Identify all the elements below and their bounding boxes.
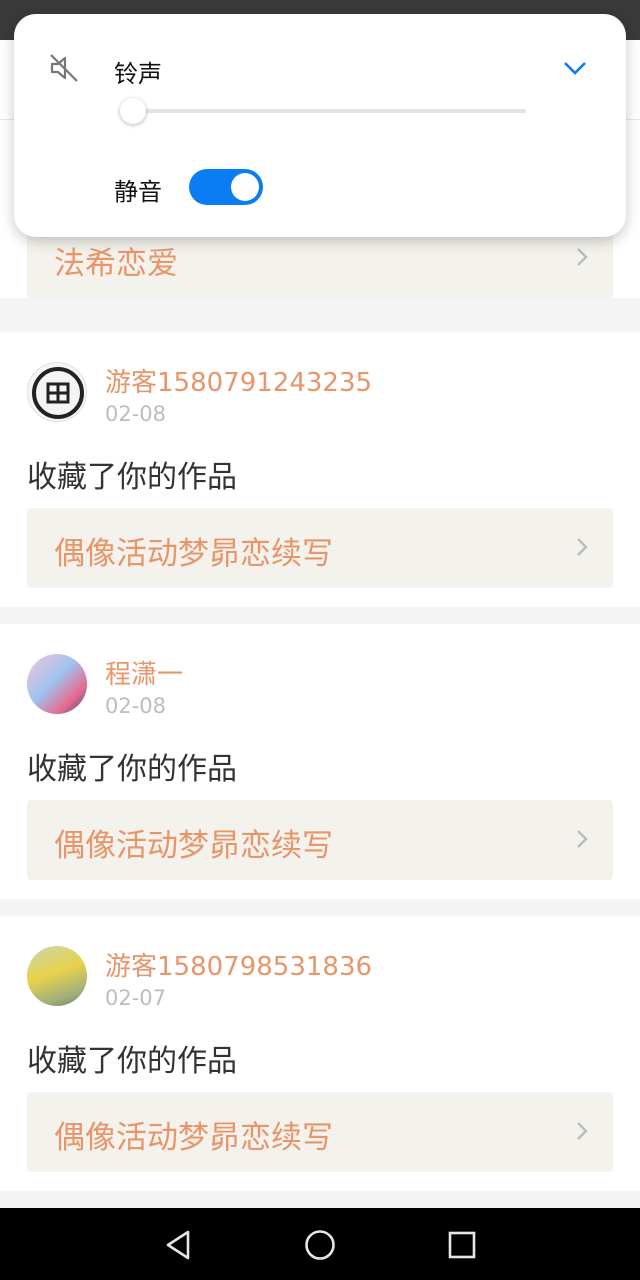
- post-date: 02-08: [105, 694, 167, 718]
- username[interactable]: 程潇一: [105, 654, 183, 691]
- home-icon[interactable]: [303, 1228, 337, 1262]
- username[interactable]: 游客1580798531836: [105, 946, 372, 983]
- action-text: 收藏了你的作品: [27, 460, 237, 495]
- system-nav-bar: [0, 1208, 640, 1280]
- recents-icon[interactable]: [445, 1228, 479, 1262]
- post-date: 02-07: [105, 986, 167, 1010]
- chevron-right-icon: [575, 828, 589, 854]
- work-link[interactable]: 偶像活动梦昴恋续写: [27, 1092, 613, 1172]
- chevron-right-icon: [575, 1120, 589, 1146]
- work-title: 法希恋爱: [54, 246, 178, 282]
- work-title: 偶像活动梦昴恋续写: [54, 828, 333, 864]
- mute-icon[interactable]: [48, 52, 80, 88]
- mute-toggle[interactable]: [189, 169, 263, 205]
- toggle-knob: [231, 173, 259, 201]
- notification-card: 游客1580791243235 02-08 收藏了你的作品 偶像活动梦昴恋续写: [0, 332, 640, 607]
- username[interactable]: 游客1580791243235: [105, 362, 372, 399]
- volume-slider[interactable]: [120, 98, 526, 124]
- slider-thumb[interactable]: [120, 98, 146, 124]
- work-link[interactable]: 偶像活动梦昴恋续写: [27, 800, 613, 880]
- avatar[interactable]: [27, 946, 87, 1006]
- post-date: 02-08: [105, 402, 167, 426]
- back-icon[interactable]: [162, 1228, 196, 1262]
- avatar[interactable]: [27, 362, 87, 422]
- work-title: 偶像活动梦昴恋续写: [54, 536, 333, 572]
- chevron-down-icon[interactable]: [562, 60, 588, 80]
- notification-card: 程潇一 02-08 收藏了你的作品 偶像活动梦昴恋续写: [0, 624, 640, 899]
- action-text: 收藏了你的作品: [27, 1044, 237, 1079]
- volume-panel: 铃声 静音: [14, 14, 626, 237]
- action-text: 收藏了你的作品: [27, 752, 237, 787]
- ringtone-label: 铃声: [114, 60, 162, 88]
- avatar[interactable]: [27, 654, 87, 714]
- chevron-right-icon: [575, 536, 589, 562]
- work-title: 偶像活动梦昴恋续写: [54, 1120, 333, 1156]
- chevron-right-icon: [575, 246, 589, 272]
- work-link[interactable]: 偶像活动梦昴恋续写: [27, 508, 613, 588]
- notification-card: 游客1580798531836 02-07 收藏了你的作品 偶像活动梦昴恋续写: [0, 916, 640, 1191]
- mute-label: 静音: [114, 178, 162, 206]
